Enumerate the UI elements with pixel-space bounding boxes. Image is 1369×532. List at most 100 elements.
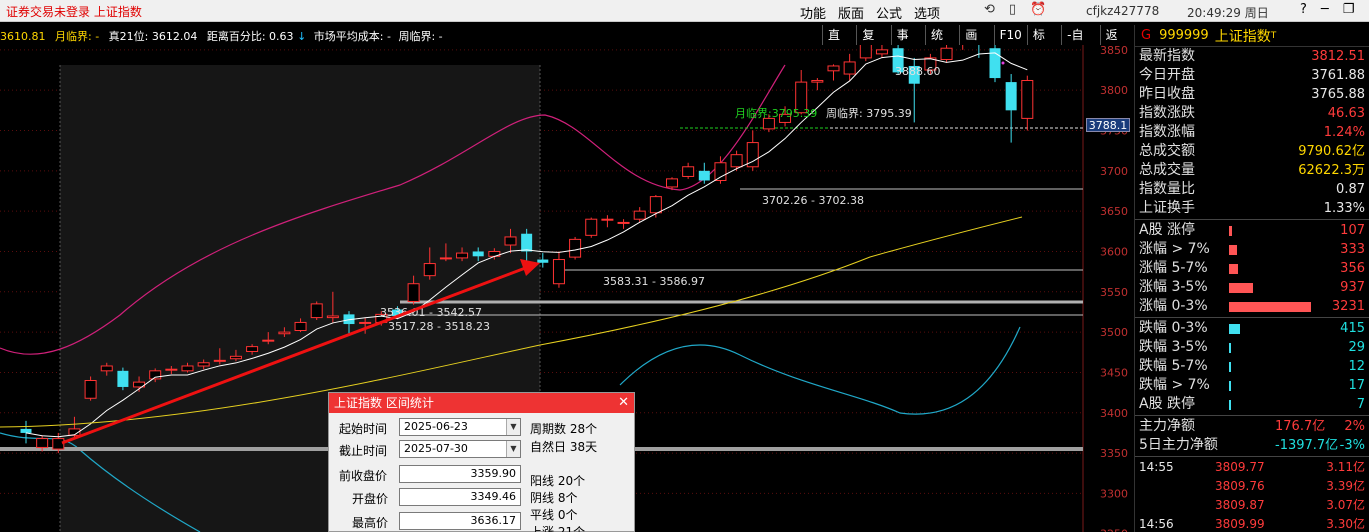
- dialog-title-bar[interactable]: 上证指数 区间统计 ✕: [329, 393, 634, 413]
- tick-list: 14:55 3809.77 3.11亿 3809.76 3.39亿 3809.87 3.07…: [1135, 458, 1369, 532]
- level-label: 3583.31 - 3586.97: [603, 275, 705, 288]
- candle-body: [117, 370, 129, 387]
- row-value: 3761.88: [1311, 68, 1365, 83]
- row-label: 跌幅 > 7%: [1139, 377, 1210, 393]
- indicator-avg-cost: 市场平均成本: -: [313, 30, 391, 43]
- close-icon[interactable]: ✕: [618, 393, 629, 413]
- stock-name: 上证指数: [1214, 28, 1271, 45]
- candle-body: [698, 170, 710, 181]
- axis-label: 3500: [1100, 326, 1128, 339]
- candle-body: [875, 49, 888, 55]
- dropdown-arrow-icon[interactable]: ▼: [506, 419, 520, 435]
- title-bar: 证券交易未登录 上证指数 功能 版面 公式 选项 ⟲ ▯ ⏰ cfjkz427778 20…: [0, 0, 1369, 22]
- candle-body: [84, 380, 97, 399]
- indicator-real21: 真21位: 3612.04: [108, 30, 198, 43]
- end-date-field[interactable]: 2025-07-30 ▼: [399, 440, 521, 458]
- candle-body: [633, 210, 646, 220]
- flat-count: 平线 0个: [530, 508, 578, 522]
- alarm-icon[interactable]: ⏰: [1030, 2, 1046, 17]
- candle-body: [682, 166, 695, 177]
- level-label: 3702.26 - 3702.38: [762, 194, 864, 207]
- decline-row: A股 跌停 7: [1135, 395, 1369, 414]
- row-value: 415: [1340, 321, 1365, 336]
- tick-row: 3809.76 3.39亿: [1135, 477, 1369, 496]
- candle-body: [359, 321, 372, 324]
- candle-body: [100, 365, 113, 372]
- axis-label: 3350: [1100, 447, 1128, 460]
- advance-row: 涨幅 3-5% 937: [1135, 278, 1369, 297]
- candle-body: [423, 263, 436, 277]
- row-value: 17: [1348, 378, 1365, 393]
- flow-row: 5日主力净额 -1397.7亿 -3%: [1135, 436, 1369, 455]
- tab-replay[interactable]: 复盘: [856, 25, 890, 62]
- menu-layout[interactable]: 版面: [838, 7, 864, 22]
- restore-icon[interactable]: ❐: [1343, 2, 1355, 17]
- indicator-value: 3610.81: [0, 30, 46, 43]
- tab-back[interactable]: 返回: [1099, 25, 1134, 62]
- flow-row: 主力净额 176.7亿 2%: [1135, 417, 1369, 436]
- stat-row: 总成交量 62622.3万: [1135, 161, 1369, 180]
- help-icon[interactable]: ?: [1300, 2, 1307, 17]
- yin-count: 阴线 8个: [530, 491, 578, 505]
- candle-body: [714, 162, 727, 181]
- row-value: 1.24%: [1323, 125, 1365, 140]
- row-label: 涨幅 5-7%: [1139, 260, 1208, 276]
- tab-live[interactable]: 直播: [822, 25, 856, 62]
- row-value: 333: [1340, 242, 1365, 257]
- row-label: 跌幅 0-3%: [1139, 320, 1208, 336]
- axis-label: 3800: [1100, 84, 1128, 97]
- tab-draw[interactable]: 画线: [959, 25, 993, 62]
- tab-f10[interactable]: F10: [993, 25, 1027, 45]
- rise-count: 上涨 21个: [530, 525, 586, 532]
- axis-label: 3650: [1100, 205, 1128, 218]
- indicator-monthly: 月临界: -: [55, 30, 100, 43]
- advance-bar: [1229, 283, 1253, 293]
- flow-label: 5日主力净额: [1139, 437, 1218, 453]
- arrow-down-icon: ↓: [297, 30, 307, 43]
- row-label: 跌幅 3-5%: [1139, 339, 1208, 355]
- candle-body: [601, 218, 614, 221]
- advance-list: A股 涨停 107 涨幅 > 7% 333 涨幅 5-7% 356 涨幅 3-5% 937 涨幅…: [1135, 221, 1369, 316]
- candle-body: [843, 61, 856, 75]
- tab-watchlist[interactable]: -自选: [1061, 25, 1100, 62]
- start-date-field[interactable]: 2025-06-23 ▼: [399, 418, 521, 436]
- advance-row: 涨幅 5-7% 356: [1135, 259, 1369, 278]
- candle-body: [649, 196, 662, 214]
- interval-stats-dialog[interactable]: 上证指数 区间统计 ✕ 起始时间 2025-06-23 ▼ 截止时间 2025-0…: [328, 392, 635, 532]
- menu-options[interactable]: 选项: [914, 7, 940, 22]
- prev-close-label: 前收盘价: [339, 469, 388, 483]
- axis-label: 3250: [1100, 528, 1128, 532]
- menu-formula[interactable]: 公式: [876, 7, 902, 22]
- tab-mark[interactable]: 标记: [1026, 25, 1061, 62]
- stock-code: 999999: [1159, 28, 1209, 43]
- stat-row: 昨日收盘 3765.88: [1135, 85, 1369, 104]
- stat-row: 最新指数 3812.51: [1135, 47, 1369, 66]
- minimize-icon[interactable]: ─: [1321, 2, 1329, 17]
- tick-volume: 3.30亿: [1326, 517, 1365, 531]
- tab-stats[interactable]: 统计: [924, 25, 959, 62]
- quote-panel: G 999999 上证指数 T 最新指数 3812.51 今日开盘 3761.88 昨日…: [1134, 25, 1369, 532]
- row-value: 9790.62亿: [1298, 144, 1365, 159]
- row-label: 总成交量: [1139, 162, 1195, 178]
- row-value: 3765.88: [1311, 87, 1365, 102]
- row-value: 3231: [1331, 299, 1365, 314]
- row-value: 356: [1340, 261, 1365, 276]
- tab-events[interactable]: 事件: [890, 25, 925, 62]
- open-label: 开盘价: [352, 492, 389, 506]
- candle-body: [585, 218, 598, 236]
- indicator-distance: 距离百分比: 0.63: [206, 30, 294, 43]
- tick-price: 3809.87: [1215, 498, 1265, 512]
- period-count: 周期数 28个: [530, 422, 598, 436]
- tick-row: 14:55 3809.77 3.11亿: [1135, 458, 1369, 477]
- row-value: 29: [1348, 340, 1365, 355]
- advance-bar: [1229, 264, 1239, 274]
- candle-body: [1021, 79, 1034, 119]
- minimize-window-icon[interactable]: ▯: [1009, 2, 1016, 17]
- menu-function[interactable]: 功能: [800, 7, 826, 22]
- row-label: 涨幅 3-5%: [1139, 279, 1208, 295]
- decline-bar: [1229, 324, 1240, 334]
- candle-body: [229, 355, 242, 360]
- dropdown-arrow-icon[interactable]: ▼: [506, 441, 520, 457]
- marker-dot: [1001, 61, 1005, 65]
- refresh-icon[interactable]: ⟲: [984, 2, 995, 17]
